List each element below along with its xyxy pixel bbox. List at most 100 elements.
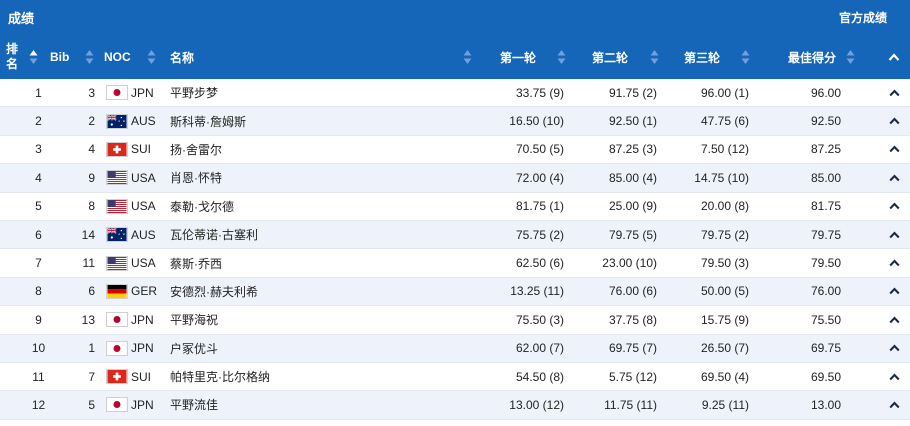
noc-cell: USA xyxy=(131,199,156,214)
run1-score: 54.50 (8) xyxy=(515,369,564,384)
expand-row-chevron-up-icon[interactable] xyxy=(882,79,906,106)
athlete-name[interactable]: 斯科蒂·詹姆斯 xyxy=(170,107,246,134)
best-score: 87.25 xyxy=(810,142,841,157)
column-header-run1[interactable]: 第一轮 xyxy=(500,35,536,79)
athlete-name[interactable]: 肖恩·怀特 xyxy=(170,164,222,191)
sort-run1-icon[interactable] xyxy=(557,35,566,79)
bib-cell: 2 xyxy=(88,114,95,129)
run1-score: 72.00 (4) xyxy=(515,170,564,185)
table-row[interactable]: 9 13 JPN 平野海祝 75.50 (3) 37.75 (8) 15.75 (9) 75.… xyxy=(0,306,910,335)
expand-row-chevron-up-icon[interactable] xyxy=(882,335,906,362)
athlete-name[interactable]: 帕特里克·比尔格纳 xyxy=(170,363,270,390)
table-row[interactable]: 4 9 USA 肖恩·怀特 72.00 (4) 85.00 (4) 14.75 (10) 85… xyxy=(0,164,910,193)
column-header-run3[interactable]: 第三轮 xyxy=(684,35,720,79)
run2-score: 85.00 (4) xyxy=(608,170,657,185)
table-row[interactable]: 11 7 SUI 帕特里克·比尔格纳 54.50 (8) 5.75 (12) 69.50 (… xyxy=(0,362,910,392)
noc-cell: GER xyxy=(131,284,158,299)
table-row[interactable]: 2 2 AUS 斯科蒂·詹姆斯 16.50 (10) 92.50 (1) 47.75 (6)… xyxy=(0,107,910,136)
run1-score: 70.50 (5) xyxy=(515,142,564,157)
run3-score: 20.00 (8) xyxy=(700,199,749,214)
expand-row-chevron-up-icon[interactable] xyxy=(882,363,906,390)
sort-run3-icon[interactable] xyxy=(741,35,750,79)
run3-score: 79.50 (3) xyxy=(700,256,749,271)
best-score: 85.00 xyxy=(810,170,841,185)
sort-name-icon[interactable] xyxy=(463,35,472,79)
run3-score: 79.75 (2) xyxy=(700,227,749,242)
table-row[interactable]: 5 8 USA 泰勒·戈尔德 81.75 (1) 25.00 (9) 20.00 (8) 81… xyxy=(0,192,910,221)
table-row[interactable]: 10 1 JPN 户冢优斗 62.00 (7) 69.75 (7) 26.50 (7) 69.… xyxy=(0,334,910,363)
flag-usa-icon xyxy=(106,193,128,220)
athlete-name[interactable]: 扬·舍雷尔 xyxy=(170,136,222,163)
expand-row-chevron-up-icon[interactable] xyxy=(882,391,906,418)
column-header-best[interactable]: 最佳得分 xyxy=(788,35,836,79)
expand-row-chevron-up-icon[interactable] xyxy=(882,193,906,220)
athlete-name[interactable]: 安德烈·赫夫利希 xyxy=(170,278,258,305)
athlete-name[interactable]: 户冢优斗 xyxy=(170,335,218,362)
athlete-name[interactable]: 平野海祝 xyxy=(170,306,218,333)
athlete-name[interactable]: 平野流佳 xyxy=(170,391,218,418)
column-header-run2[interactable]: 第二轮 xyxy=(592,35,628,79)
run2-score: 5.75 (12) xyxy=(608,369,657,384)
athlete-name[interactable]: 泰勒·戈尔德 xyxy=(170,193,234,220)
table-row[interactable]: 7 11 USA 蔡斯·乔西 62.50 (6) 23.00 (10) 79.50 (3) 7… xyxy=(0,249,910,278)
expand-row-chevron-up-icon[interactable] xyxy=(882,306,906,333)
run3-score: 9.25 (11) xyxy=(701,397,749,412)
run3-score: 7.50 (12) xyxy=(700,142,749,157)
bib-cell: 7 xyxy=(88,369,95,384)
bib-cell: 8 xyxy=(88,199,95,214)
collapse-all-icon[interactable] xyxy=(888,35,900,79)
table-header: 排 名 Bib NOC 名称 第一轮 第二轮 第三轮 最佳得分 xyxy=(0,35,910,79)
run2-score: 23.00 (10) xyxy=(602,256,657,271)
noc-cell: SUI xyxy=(131,142,152,157)
run3-score: 69.50 (4) xyxy=(700,369,749,384)
flag-usa-icon xyxy=(106,164,128,191)
sort-noc-icon[interactable] xyxy=(147,35,156,79)
run3-score: 15.75 (9) xyxy=(700,312,749,327)
sort-run2-icon[interactable] xyxy=(650,35,659,79)
expand-row-chevron-up-icon[interactable] xyxy=(882,136,906,163)
table-row[interactable]: 12 5 JPN 平野流佳 13.00 (12) 11.75 (11) 9.25 (11) 1… xyxy=(0,391,910,420)
expand-row-chevron-up-icon[interactable] xyxy=(882,164,906,191)
flag-jpn-icon xyxy=(106,79,128,106)
run2-score: 37.75 (8) xyxy=(608,312,657,327)
sort-best-icon[interactable] xyxy=(846,35,855,79)
best-score: 13.00 xyxy=(810,397,841,412)
flag-jpn-icon xyxy=(106,335,128,362)
athlete-name[interactable]: 蔡斯·乔西 xyxy=(170,249,222,276)
column-header-name[interactable]: 名称 xyxy=(170,35,194,79)
run1-score: 33.75 (9) xyxy=(515,85,564,100)
run1-score: 13.25 (11) xyxy=(510,284,564,299)
table-row[interactable]: 3 4 SUI 扬·舍雷尔 70.50 (5) 87.25 (3) 7.50 (12) 87.… xyxy=(0,135,910,165)
athlete-name[interactable]: 平野步梦 xyxy=(170,79,218,106)
noc-cell: SUI xyxy=(131,369,152,384)
sort-bib-icon[interactable] xyxy=(85,35,94,79)
run1-score: 16.50 (10) xyxy=(509,114,564,129)
column-header-bib[interactable]: Bib xyxy=(50,35,69,79)
flag-ger-icon xyxy=(106,278,128,305)
expand-row-chevron-up-icon[interactable] xyxy=(882,221,906,248)
column-header-noc[interactable]: NOC xyxy=(104,35,131,79)
run2-score: 25.00 (9) xyxy=(608,199,657,214)
athlete-name[interactable]: 瓦伦蒂诺·古塞利 xyxy=(170,221,258,248)
table-row[interactable]: 8 6 GER 安德烈·赫夫利希 13.25 (11) 76.00 (6) 50.00 (5… xyxy=(0,277,910,307)
best-score: 69.75 xyxy=(810,341,841,356)
expand-row-chevron-up-icon[interactable] xyxy=(882,278,906,305)
sort-rank-icon[interactable] xyxy=(29,35,38,79)
bib-cell: 3 xyxy=(88,85,95,100)
flag-sui-icon xyxy=(106,363,128,390)
run1-score: 75.50 (3) xyxy=(515,312,564,327)
table-row[interactable]: 6 14 AUS 瓦伦蒂诺·古塞利 75.75 (2) 79.75 (5) 79.75 (2… xyxy=(0,220,910,250)
best-score: 69.50 xyxy=(810,369,841,384)
best-score: 81.75 xyxy=(810,199,841,214)
column-header-rank[interactable]: 排 名 xyxy=(0,35,24,79)
run2-score: 79.75 (5) xyxy=(608,227,657,242)
bib-cell: 14 xyxy=(81,227,95,242)
rank-header-line2: 名 xyxy=(5,57,18,71)
table-row[interactable]: 1 3 JPN 平野步梦 33.75 (9) 91.75 (2) 96.00 (1) 96.0… xyxy=(0,79,910,108)
bib-cell: 11 xyxy=(82,256,95,271)
run2-score: 87.25 (3) xyxy=(608,142,657,157)
expand-row-chevron-up-icon[interactable] xyxy=(882,249,906,276)
flag-sui-icon xyxy=(106,136,128,163)
expand-row-chevron-up-icon[interactable] xyxy=(882,107,906,134)
official-results-link[interactable]: 官方成绩 xyxy=(839,9,887,26)
